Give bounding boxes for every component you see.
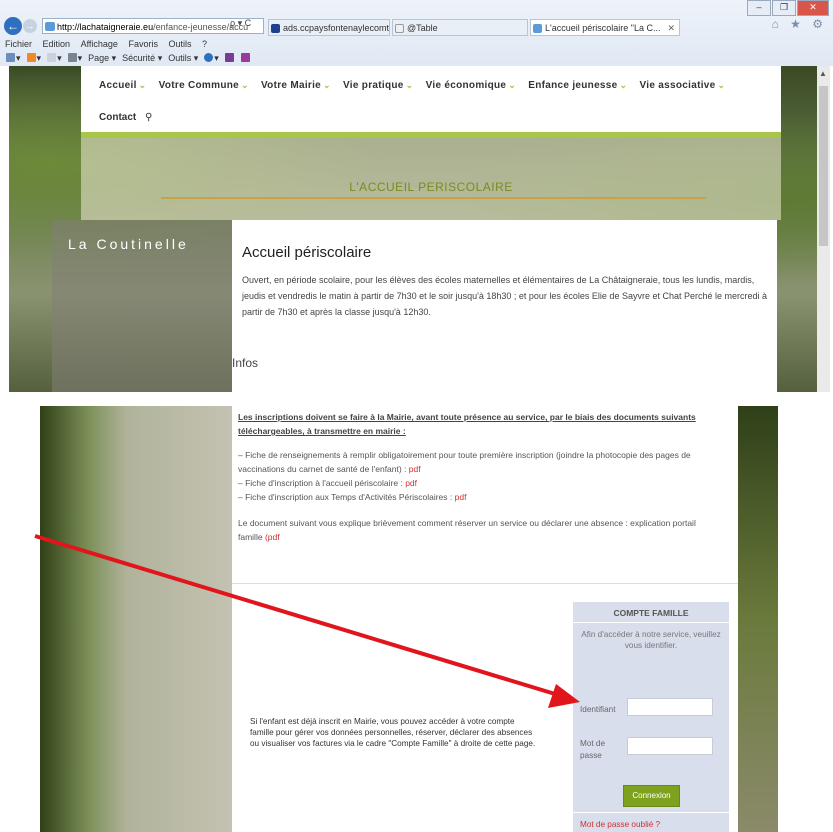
minimize-button[interactable]: – [747, 0, 771, 16]
background-right [738, 406, 778, 832]
infos-heading: Infos [232, 356, 259, 370]
title-underline [161, 197, 706, 199]
list-item: – Fiche d'inscription aux Temps d'Activi… [238, 492, 467, 502]
box-title: COMPTE FAMILLE [613, 608, 689, 618]
nav-row: Accueil ⌄ Votre Commune ⌄ Votre Mairie ⌄ Vi… [99, 80, 734, 91]
tab-favicon-icon [533, 24, 542, 33]
menu-affichage[interactable]: Affichage [81, 39, 118, 49]
main-content-lower: Les inscriptions doivent se faire à la M… [232, 406, 738, 832]
page-banner: L'ACCUEIL PERISCOLAIRE [81, 138, 781, 220]
close-window-button[interactable]: ✕ [797, 0, 829, 16]
menu-fichier[interactable]: Fichier [5, 39, 32, 49]
chevron-down-icon: ⌄ [323, 80, 331, 90]
nav-vie-associative[interactable]: Vie associative ⌄ [639, 80, 725, 91]
pdf-link[interactable]: pdf [405, 478, 417, 488]
chevron-down-icon: ⌄ [508, 80, 517, 90]
divider [573, 812, 729, 813]
maximize-button[interactable]: ❐ [772, 0, 796, 16]
sidebar: La Coutinelle [52, 220, 232, 392]
portal-explanation: Le document suivant vous explique briève… [238, 518, 696, 542]
identifiant-label: Identifiant [580, 705, 616, 714]
menu-help[interactable]: ? [202, 39, 207, 49]
inscriptions-intro: Les inscriptions doivent se faire à la M… [238, 412, 696, 436]
nav-enfance-jeunesse[interactable]: Enfance jeunesse ⌄ [528, 80, 627, 91]
divider [573, 622, 729, 623]
sidebar-title: La Coutinelle [68, 236, 189, 252]
password-label: Mot de passe [580, 739, 606, 760]
menu-bar: Fichier Edition Affichage Favoris Outils… [0, 38, 210, 50]
scroll-up-icon[interactable]: ▲ [819, 69, 827, 78]
pdf-link[interactable]: pdf [409, 464, 421, 474]
list-item: – Fiche de renseignements à remplir obli… [238, 450, 691, 474]
family-account-text: Si l'enfant est déjà inscrit en Mairie, … [250, 717, 536, 748]
pdf-link[interactable]: (pdf [265, 532, 280, 542]
security-menu[interactable]: Sécurité ▾ [122, 51, 162, 65]
main-navigation: Accueil ⌄ Votre Commune ⌄ Votre Mairie ⌄ Vi… [81, 66, 781, 138]
tab-label: L'accueil périscolaire "La C... [545, 23, 661, 33]
tab-label: ads.ccpaysfontenaylecomte.fr [283, 23, 390, 33]
website-top-section: Accueil ⌄ Votre Commune ⌄ Votre Mairie ⌄ Vi… [9, 66, 817, 392]
page-scrollbar[interactable]: ▲ [817, 66, 830, 392]
website-bottom-section: Les inscriptions doivent se faire à la M… [40, 406, 778, 832]
tab-favicon-icon [395, 24, 404, 33]
nav-vie-pratique[interactable]: Vie pratique ⌄ [343, 80, 414, 91]
tab-close-icon[interactable]: ✕ [667, 20, 675, 35]
command-bar: ▾ ▾ ▾ ▾ Page ▾ Sécurité ▾ Outils ▾ ▾ [0, 51, 251, 65]
tab-table[interactable]: @Table [392, 19, 528, 36]
tab-favicon-icon [271, 24, 280, 33]
content-paragraph: Ouvert, en période scolaire, pour les él… [242, 275, 768, 317]
menu-edition[interactable]: Edition [43, 39, 71, 49]
print-icon[interactable]: ▾ [67, 51, 82, 65]
onenote-linked-icon[interactable] [240, 51, 251, 65]
main-content: Accueil périscolaire Ouvert, en période … [232, 220, 777, 392]
compte-famille-box: COMPTE FAMILLE Afin d'accéder à notre se… [573, 602, 729, 832]
chevron-down-icon: ⌄ [405, 80, 414, 90]
connexion-button[interactable]: Connexion [623, 785, 680, 807]
home-icon[interactable]: ▾ [6, 51, 21, 65]
tools-menu[interactable]: Outils ▾ [168, 51, 198, 65]
chevron-down-icon: ⌄ [619, 80, 628, 90]
nav-accueil[interactable]: Accueil ⌄ [99, 80, 147, 91]
home-favorites-settings-icon[interactable]: ⌂ ★ ⚙ [772, 17, 827, 31]
menu-favoris[interactable]: Favoris [128, 39, 158, 49]
menu-outils[interactable]: Outils [169, 39, 192, 49]
url-domain: http://lachataigneraie.eu [57, 22, 154, 32]
background-left [40, 406, 232, 832]
address-actions[interactable]: ρ ▾ C [230, 18, 251, 29]
rss-icon[interactable]: ▾ [26, 51, 41, 65]
page-icon [45, 22, 55, 31]
list-item: – Fiche d'inscription à l'accueil périsc… [238, 478, 418, 488]
chevron-down-icon: ⌄ [241, 80, 249, 90]
password-input[interactable] [627, 737, 713, 755]
scrollbar-thumb[interactable] [819, 86, 828, 246]
forgot-password-link[interactable]: Mot de passe oublié ? [580, 820, 660, 829]
navigation-row: ← → http://lachataigneraie.eu/enfance-je… [0, 16, 833, 38]
tab-label: @Table [407, 23, 438, 33]
tab-accueil-periscolaire[interactable]: L'accueil périscolaire "La C... ✕ [530, 19, 680, 36]
nav-votre-commune[interactable]: Votre Commune ⌄ [159, 80, 249, 91]
nav-vie-economique[interactable]: Vie économique ⌄ [426, 80, 517, 91]
help-icon[interactable]: ▾ [204, 51, 219, 65]
nav-votre-mairie[interactable]: Votre Mairie ⌄ [261, 80, 331, 91]
window-controls: – ❐ ✕ [746, 0, 829, 16]
forward-button[interactable]: → [23, 19, 37, 33]
pdf-link[interactable]: pdf [455, 492, 467, 502]
tab-ads[interactable]: ads.ccpaysfontenaylecomte.fr [268, 19, 390, 36]
divider [232, 583, 738, 584]
back-button[interactable]: ← [4, 17, 22, 35]
browser-chrome: – ❐ ✕ ← → http://lachataigneraie.eu/enfa… [0, 0, 833, 66]
page-menu[interactable]: Page ▾ [88, 51, 116, 65]
identifiant-input[interactable] [627, 698, 713, 716]
box-intro: Afin d'accéder à notre service, veuillez… [581, 630, 721, 650]
nav-contact[interactable]: Contact [99, 112, 136, 123]
nav-row-2: Contact ⚲ [99, 112, 152, 123]
chevron-down-icon: ⌄ [138, 80, 147, 90]
chevron-down-icon: ⌄ [717, 80, 726, 90]
mail-icon[interactable]: ▾ [47, 51, 62, 65]
onenote-icon[interactable] [224, 51, 235, 65]
page-title: L'ACCUEIL PERISCOLAIRE [349, 180, 513, 194]
documents-list: – Fiche de renseignements à remplir obli… [238, 448, 718, 504]
content-heading: Accueil périscolaire [242, 244, 372, 261]
search-icon[interactable]: ⚲ [145, 112, 152, 123]
